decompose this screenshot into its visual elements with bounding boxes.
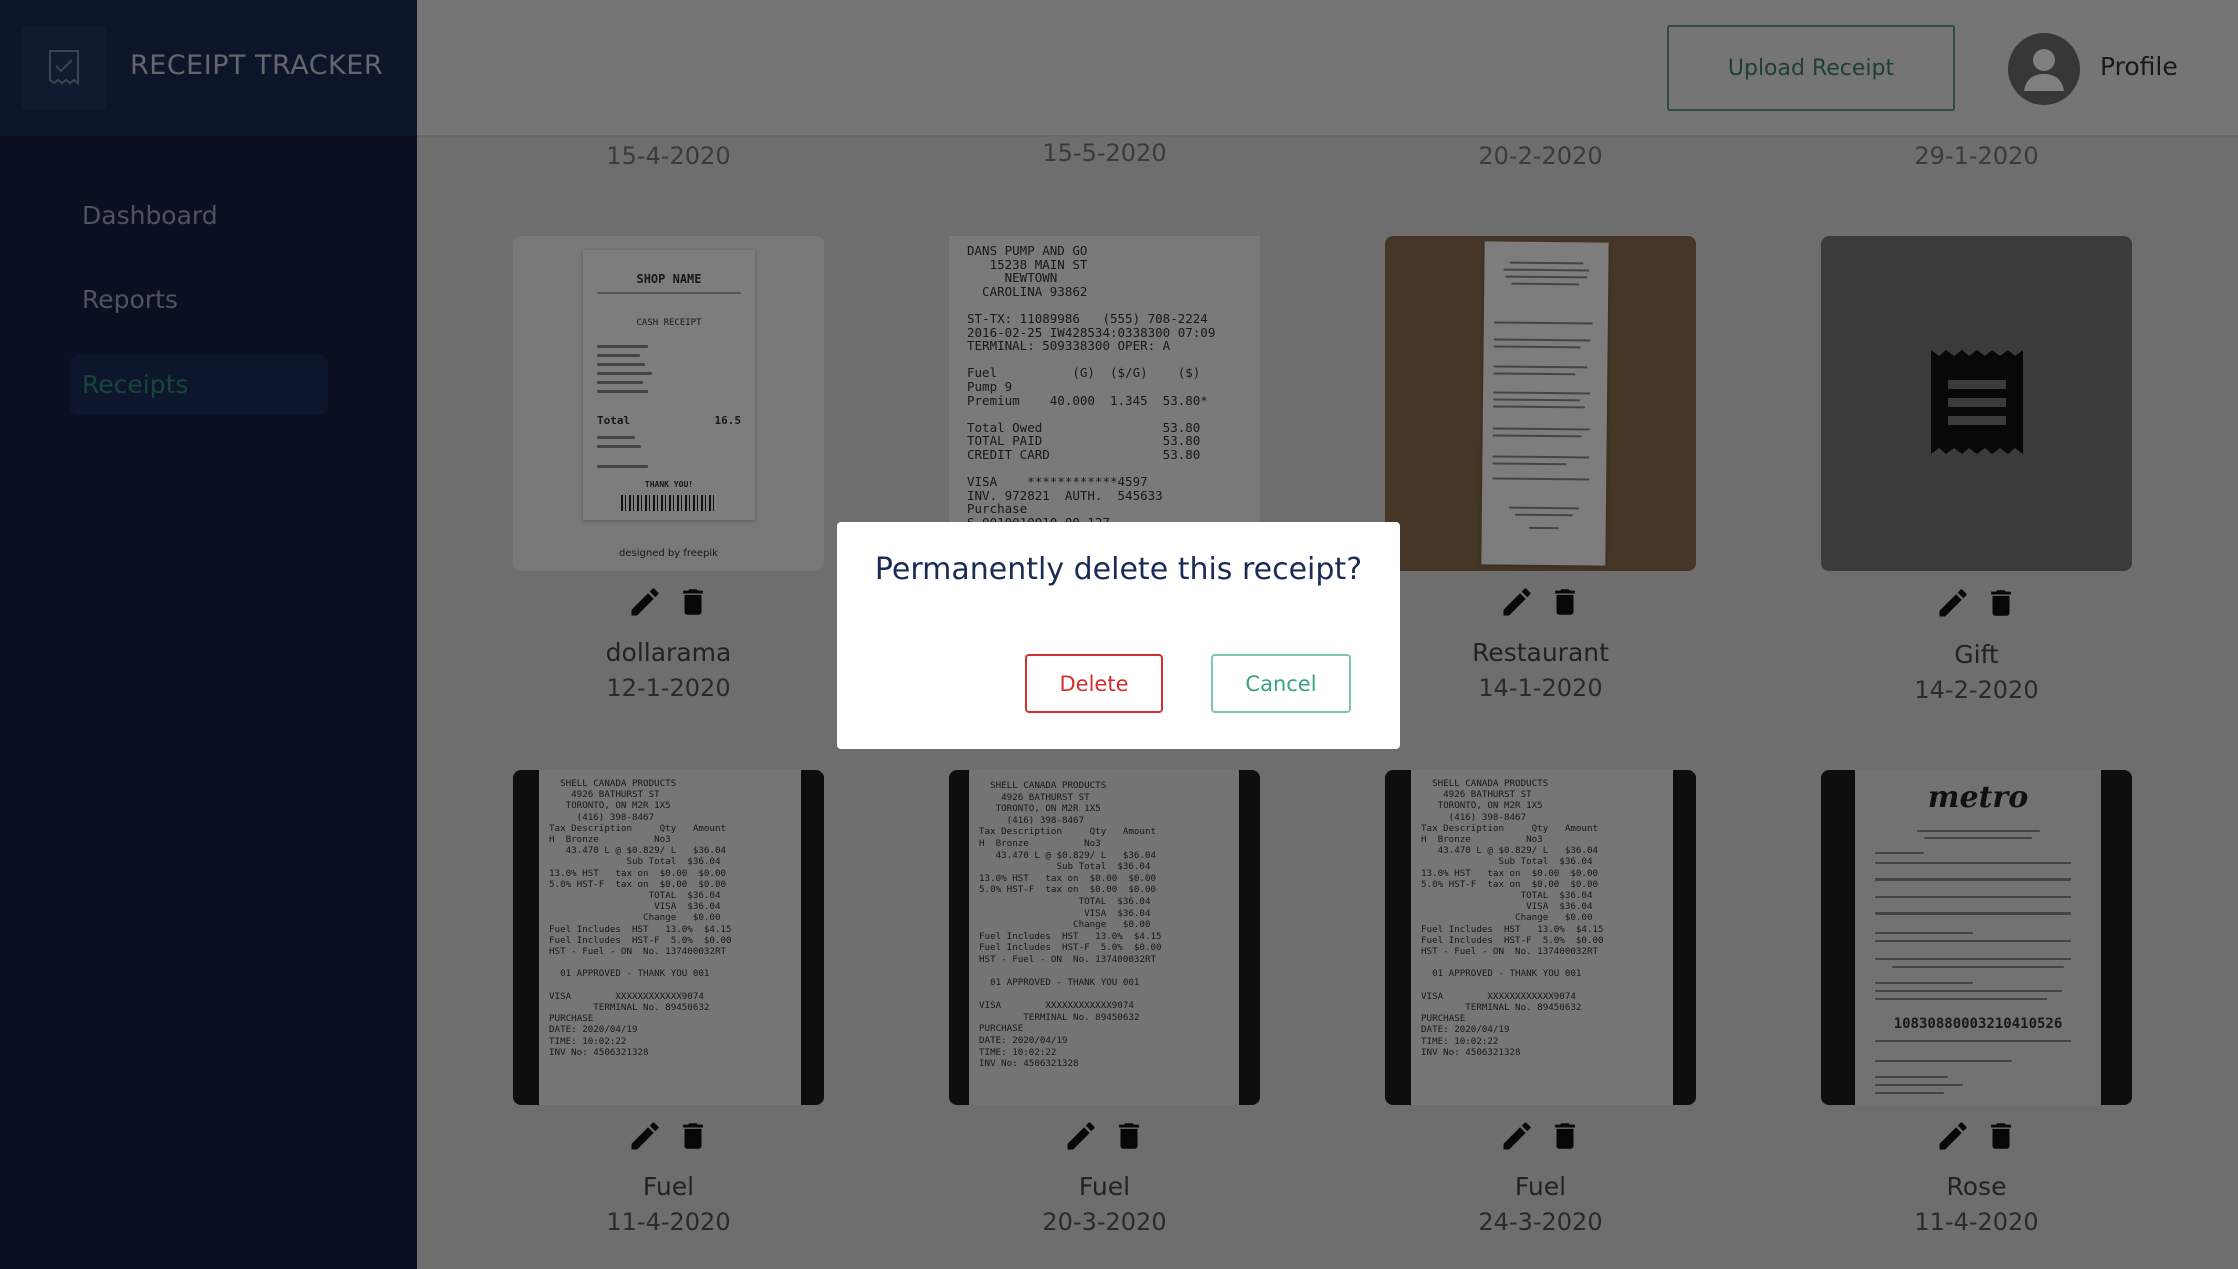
dialog-message: Permanently delete this receipt? bbox=[874, 552, 1363, 587]
cancel-button[interactable]: Cancel bbox=[1211, 654, 1351, 713]
delete-button[interactable]: Delete bbox=[1025, 654, 1163, 713]
delete-confirm-dialog: Permanently delete this receipt? Delete … bbox=[837, 522, 1400, 749]
